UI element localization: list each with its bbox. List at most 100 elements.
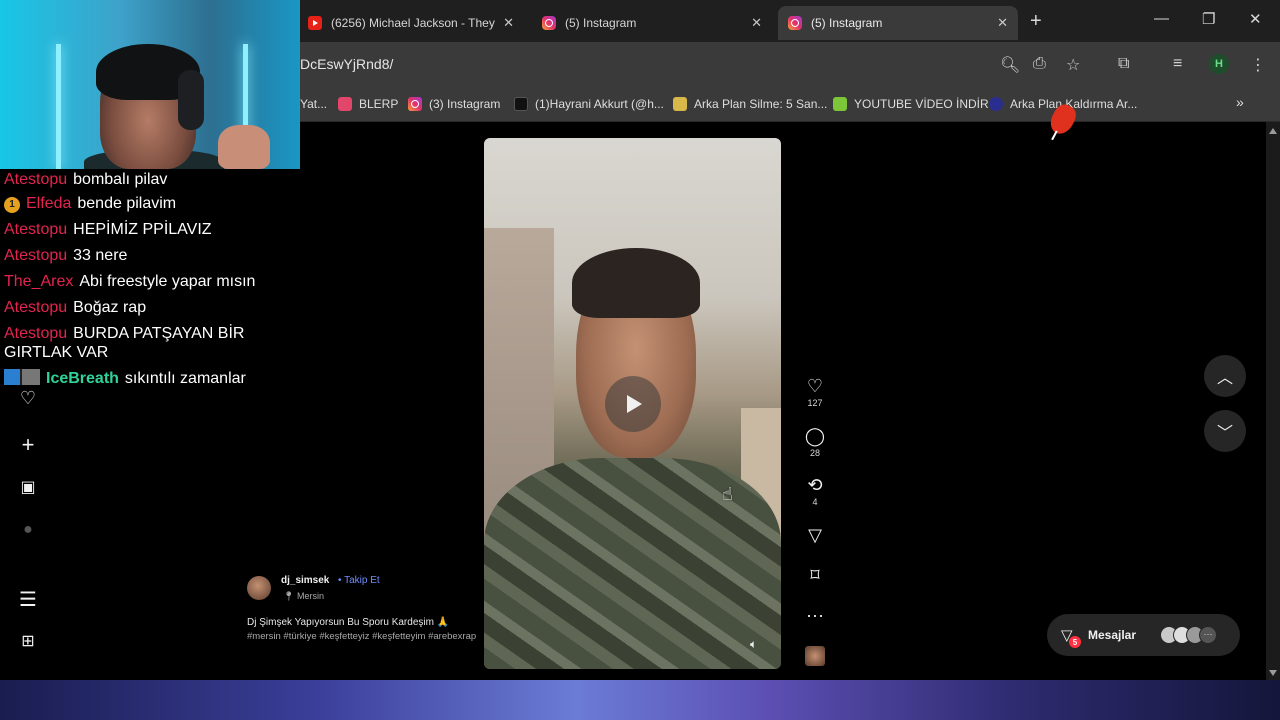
chat-message: The_Arex Abi freestyle yapar mısın <box>4 271 255 293</box>
chat-message: IceBreath sıkıntılı zamanlar <box>4 368 246 390</box>
save-button[interactable]: ⌑ <box>800 565 830 585</box>
chat-text: GIRTLAK VAR <box>4 344 109 361</box>
chat-username: Atestopu <box>4 325 68 342</box>
chat-message: Atestopu HEPİMİZ PPİLAVIZ <box>4 219 212 241</box>
profile-avatar-icon[interactable]: ● <box>17 521 39 539</box>
instagram-icon <box>788 16 802 30</box>
stream-bottom-overlay <box>0 680 1280 720</box>
star-icon[interactable]: ☆ <box>1066 55 1080 75</box>
close-icon[interactable]: ✕ <box>997 15 1008 31</box>
restore-icon[interactable]: ❐ <box>1202 10 1215 28</box>
dashboard-icon[interactable]: ▣ <box>17 477 39 497</box>
hand-cursor-icon: ☝︎ <box>722 484 733 504</box>
bookmark-label: Yat... <box>300 97 328 111</box>
repost-button[interactable]: ⟲ 4 <box>800 475 830 507</box>
zoom-icon[interactable]: 🔍︎ <box>1000 55 1020 75</box>
close-window-icon[interactable]: ✕ <box>1249 10 1262 28</box>
close-icon[interactable]: ✕ <box>751 15 762 31</box>
location-label: Mersin <box>296 591 324 601</box>
tab-instagram-active[interactable]: (5) Instagram ✕ <box>778 6 1018 40</box>
like-button[interactable]: ♡ 127 <box>800 376 830 408</box>
tab-instagram-1[interactable]: (5) Instagram ✕ <box>532 6 772 40</box>
bookmark-item[interactable]: (3) Instagram <box>408 97 500 111</box>
url-field[interactable]: DcEswYjRnd8/ <box>300 56 393 72</box>
scrollbar[interactable] <box>1266 122 1280 680</box>
post-username[interactable]: dj_simsek <box>281 575 329 586</box>
tab-title: (6256) Michael Jackson - They Don't Care… <box>331 16 495 30</box>
comment-count: 28 <box>809 448 820 458</box>
chevron-down-icon: ﹀ <box>1216 425 1233 442</box>
chevron-up-icon: ︿ <box>1216 370 1233 387</box>
download-icon <box>833 97 847 111</box>
chat-text: 33 nere <box>73 247 128 264</box>
minimize-icon[interactable]: — <box>1154 10 1169 27</box>
bookmark-item[interactable]: Arka Plan Silme: 5 San... <box>673 97 827 111</box>
scroll-down-icon[interactable] <box>1269 670 1277 676</box>
more-options-button[interactable]: ··· <box>800 605 830 625</box>
media-control-icon[interactable]: ≡ <box>1173 55 1182 73</box>
led-light <box>56 44 61 169</box>
repost-icon: ⟲ <box>807 475 823 495</box>
new-tab-icon[interactable]: + <box>1030 10 1042 33</box>
blerp-icon <box>338 97 352 111</box>
profile-avatar[interactable]: H <box>1209 54 1229 74</box>
streamer-webcam <box>0 0 300 169</box>
chevron-right-icon[interactable]: » <box>1236 94 1244 110</box>
apps-icon[interactable]: ⊞ <box>17 631 39 651</box>
comment-icon: ◯ <box>804 426 826 446</box>
chat-username: Atestopu <box>4 221 68 238</box>
scroll-up-icon[interactable] <box>1269 128 1277 134</box>
video-shirt <box>484 458 781 669</box>
chat-text: bombalı pilav <box>73 171 168 188</box>
menu-icon[interactable]: ☰ <box>17 587 39 612</box>
heart-icon: ♡ <box>806 376 824 396</box>
install-app-icon[interactable]: ⎙ <box>1033 55 1046 73</box>
chat-username: Atestopu <box>4 299 68 316</box>
comment-button[interactable]: ◯ 28 <box>800 426 830 458</box>
chat-message: 1 Elfeda bende pilavim <box>4 193 176 215</box>
play-button[interactable] <box>605 376 661 432</box>
follow-button[interactable]: • Takip Et <box>338 575 380 586</box>
chat-text: HEPİMİZ PPİLAVIZ <box>73 221 212 238</box>
tab-youtube[interactable]: (6256) Michael Jackson - They Don't Care… <box>298 6 524 40</box>
chat-username: Elfeda <box>26 195 72 212</box>
menu-icon[interactable]: ⋮ <box>1250 55 1266 75</box>
chat-username: Atestopu <box>4 247 68 264</box>
chat-username: The_Arex <box>4 273 74 290</box>
webcam-hand <box>218 125 270 169</box>
like-count: 127 <box>807 398 823 408</box>
previous-reel-button[interactable]: ︿ <box>1204 355 1246 397</box>
chat-text: Boğaz rap <box>73 299 147 316</box>
chat-text: BURDA PATŞAYAN BİR <box>73 325 245 342</box>
bookmark-item[interactable]: (1)Hayrani Akkurt (@h... <box>514 97 664 111</box>
chat-message-continued: GIRTLAK VAR <box>4 342 108 364</box>
follow-label: Takip Et <box>344 575 380 586</box>
post-location[interactable]: 📍︎ Mersin <box>283 591 324 602</box>
close-icon[interactable]: ✕ <box>503 15 514 31</box>
create-icon[interactable]: + <box>17 432 39 458</box>
audio-thumbnail[interactable] <box>805 646 825 666</box>
bookmark-label: (3) Instagram <box>429 97 501 111</box>
chat-text: Abi freestyle yapar mısın <box>79 273 256 290</box>
chat-message: Atestopu 33 nere <box>4 245 127 267</box>
volume-icon[interactable]: 🔈︎ <box>750 637 757 652</box>
share-button[interactable]: ▽ <box>800 525 830 545</box>
extensions-icon[interactable]: ⧉ <box>1118 55 1129 73</box>
messages-button[interactable]: ▽ 5 Mesajlar ··· <box>1047 614 1240 656</box>
layers-icon <box>673 97 687 111</box>
bookmark-item[interactable]: Yat... <box>300 97 327 111</box>
instagram-icon <box>408 97 422 111</box>
bookmark-item[interactable]: BLERP <box>338 97 398 111</box>
repost-count: 4 <box>812 497 818 507</box>
next-reel-button[interactable]: ﹀ <box>1204 410 1246 452</box>
reel-video[interactable]: 🔈︎ <box>484 138 781 669</box>
post-hashtags[interactable]: #mersin #türkiye #keşfetteyiz #keşfettey… <box>247 630 477 644</box>
bookmark-item[interactable]: YOUTUBE VİDEO İNDİR <box>833 97 989 111</box>
tab-title: (5) Instagram <box>565 16 637 30</box>
bookmark-label: BLERP <box>359 97 399 111</box>
heart-icon[interactable]: ♡ <box>17 388 39 409</box>
chat-text: bende pilavim <box>77 195 177 212</box>
bookmark-icon: ⌑ <box>810 565 820 585</box>
tiktok-icon <box>514 97 528 111</box>
post-author-avatar[interactable] <box>247 576 271 600</box>
